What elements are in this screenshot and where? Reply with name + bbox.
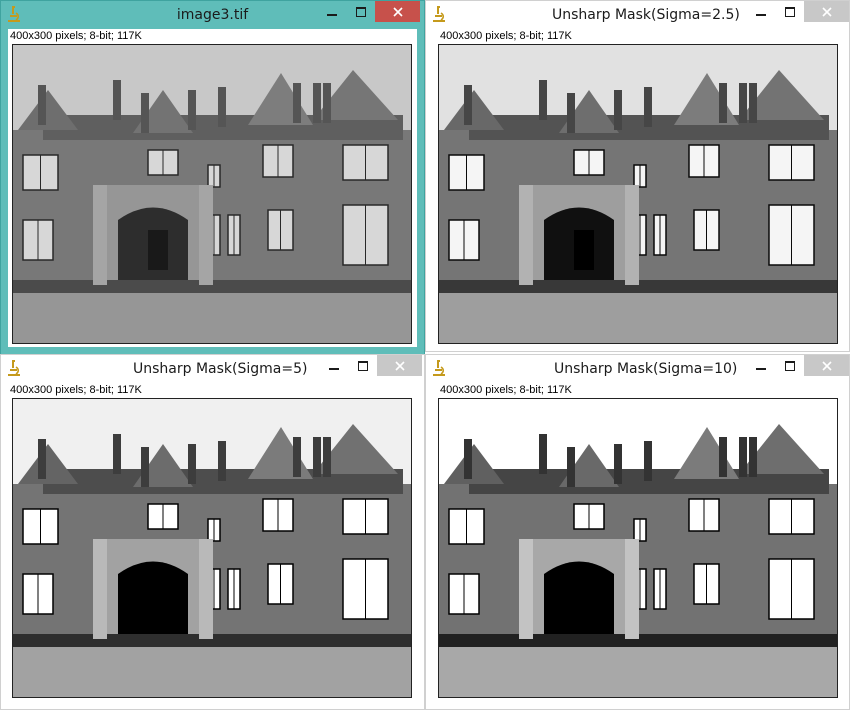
image-info: 400x300 pixels; 8-bit; 117K [10, 30, 142, 42]
image-window-sigma-5[interactable]: Unsharp Mask(Sigma=5) 400x300 pixels; 8-… [0, 354, 425, 710]
house-photo-icon [13, 399, 411, 697]
image-canvas[interactable] [12, 398, 412, 698]
maximize-button[interactable] [775, 355, 804, 376]
microscope-icon [433, 6, 445, 22]
house-photo-icon [13, 45, 411, 343]
maximize-icon [357, 360, 368, 371]
image-canvas[interactable] [438, 398, 838, 698]
close-icon [821, 360, 832, 371]
minimize-icon [755, 367, 766, 370]
window-content: 400x300 pixels; 8-bit; 117K [8, 383, 417, 702]
minimize-icon [328, 367, 339, 370]
maximize-icon [784, 360, 795, 371]
window-title: Unsharp Mask(Sigma=5) [133, 361, 308, 377]
house-photo-icon [439, 45, 837, 343]
image-info: 400x300 pixels; 8-bit; 117K [10, 384, 142, 396]
minimize-icon [326, 13, 337, 16]
window-title: Unsharp Mask(Sigma=2.5) [552, 7, 740, 23]
microscope-icon [8, 360, 20, 376]
image-window-sigma-10[interactable]: Unsharp Mask(Sigma=10) 400x300 pixels; 8… [425, 354, 850, 710]
image-info: 400x300 pixels; 8-bit; 117K [440, 384, 572, 396]
close-icon [821, 6, 832, 17]
close-button[interactable] [804, 355, 849, 376]
microscope-icon [433, 360, 445, 376]
image-window-original[interactable]: image3.tif 400x300 pixels; 8-bit; 117K [0, 0, 425, 355]
title-bar[interactable]: Unsharp Mask(Sigma=2.5) [426, 1, 849, 29]
minimize-button[interactable] [746, 355, 775, 376]
maximize-button[interactable] [775, 1, 804, 22]
close-button[interactable] [804, 1, 849, 22]
image-canvas[interactable] [12, 44, 412, 344]
maximize-icon [784, 6, 795, 17]
minimize-icon [755, 13, 766, 16]
close-icon [392, 6, 403, 17]
minimize-button[interactable] [746, 1, 775, 22]
image-info: 400x300 pixels; 8-bit; 117K [440, 30, 572, 42]
image-window-sigma-2-5[interactable]: Unsharp Mask(Sigma=2.5) 400x300 pixels; … [425, 0, 850, 352]
house-photo-icon [439, 399, 837, 697]
image-canvas[interactable] [438, 44, 838, 344]
minimize-button[interactable] [317, 1, 346, 22]
maximize-icon [355, 6, 366, 17]
window-content: 400x300 pixels; 8-bit; 117K [8, 29, 417, 347]
window-title: Unsharp Mask(Sigma=10) [554, 361, 738, 377]
window-content: 400x300 pixels; 8-bit; 117K [434, 29, 842, 344]
maximize-button[interactable] [346, 1, 375, 22]
window-content: 400x300 pixels; 8-bit; 117K [434, 383, 842, 702]
close-button[interactable] [375, 1, 420, 22]
close-button[interactable] [377, 355, 422, 376]
title-bar[interactable]: Unsharp Mask(Sigma=10) [426, 355, 849, 383]
title-bar[interactable]: Unsharp Mask(Sigma=5) [1, 355, 424, 383]
close-icon [394, 360, 405, 371]
minimize-button[interactable] [319, 355, 348, 376]
title-bar[interactable]: image3.tif [1, 1, 424, 29]
maximize-button[interactable] [348, 355, 377, 376]
